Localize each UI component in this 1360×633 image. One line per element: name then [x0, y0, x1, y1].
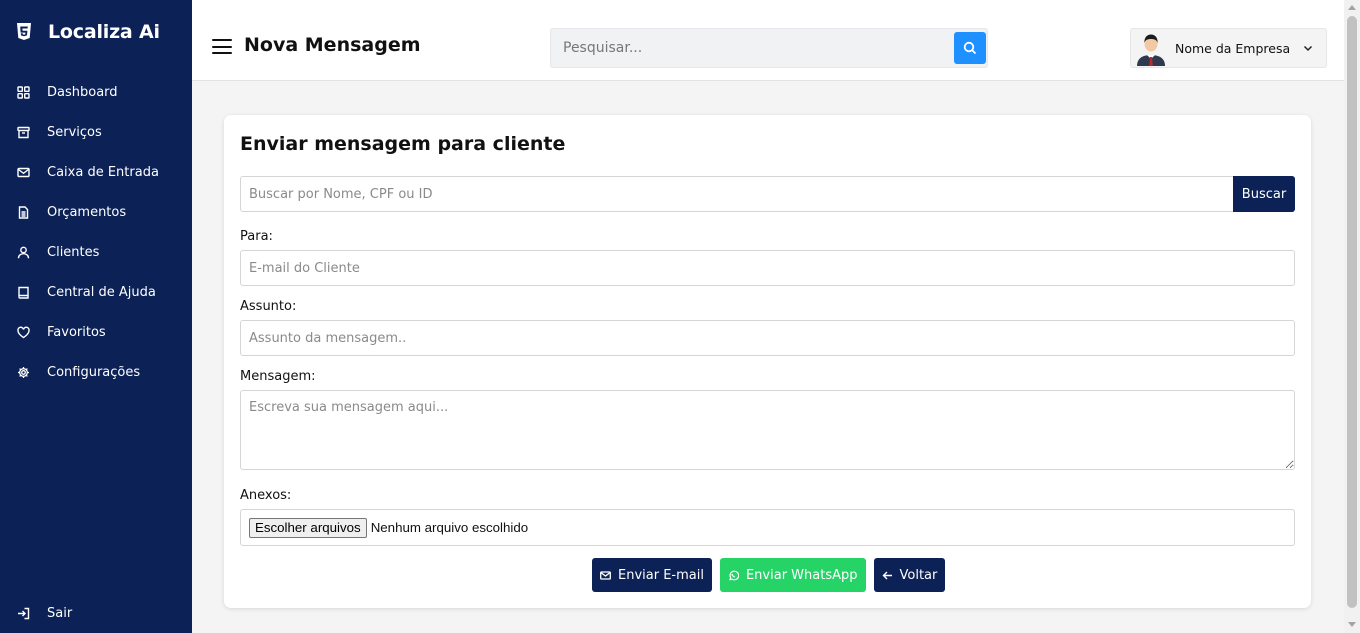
sidebar-item-label: Configurações — [47, 364, 141, 380]
sidebar-item-central-de-ajuda[interactable]: Central de Ajuda — [0, 272, 192, 312]
scroll-down-arrow-icon[interactable] — [1348, 622, 1356, 627]
back-button[interactable]: Voltar — [873, 558, 946, 592]
sidebar-item-label: Central de Ajuda — [47, 284, 156, 300]
sidebar-item-label: Dashboard — [47, 84, 118, 100]
sidebar-item-clientes[interactable]: Clientes — [0, 232, 192, 272]
choose-files-button[interactable]: Escolher arquivos — [249, 517, 367, 538]
client-lookup: Buscar — [240, 176, 1295, 212]
scrollbar-thumb[interactable] — [1347, 16, 1357, 608]
chevron-down-icon — [1304, 45, 1313, 52]
whatsapp-icon — [729, 570, 739, 580]
sidebar-item-orcamentos[interactable]: Orçamentos — [0, 192, 192, 232]
profile-name: Nome da Empresa — [1175, 40, 1291, 56]
heart-icon — [17, 326, 30, 338]
subject-field[interactable] — [240, 320, 1295, 356]
profile-menu[interactable]: Nome da Empresa — [1130, 28, 1327, 68]
to-label: Para: — [240, 229, 273, 244]
message-form-card: Enviar mensagem para cliente Buscar Para… — [224, 115, 1311, 608]
sidebar-item-label: Sair — [47, 605, 73, 621]
avatar — [1137, 34, 1165, 66]
page-title: Nova Mensagem — [244, 34, 421, 56]
send-email-label: Enviar E-mail — [618, 567, 704, 583]
search-icon — [963, 41, 977, 55]
send-email-button[interactable]: Enviar E-mail — [592, 558, 712, 592]
sidebar-item-favoritos[interactable]: Favoritos — [0, 312, 192, 352]
brand[interactable]: Localiza Ai — [16, 21, 160, 43]
sidebar-item-label: Favoritos — [47, 324, 106, 340]
top-bar: Nova Mensagem Nome da Empresa — [192, 0, 1344, 81]
document-icon — [18, 205, 29, 219]
dashboard-icon — [17, 85, 30, 99]
back-label: Voltar — [899, 567, 938, 583]
sidebar-item-label: Orçamentos — [47, 204, 127, 220]
archive-icon — [17, 126, 30, 138]
sidebar: Localiza Ai Dashboard Serviços Caixa de … — [0, 0, 192, 633]
search-input[interactable] — [551, 29, 951, 67]
arrow-left-icon — [882, 571, 892, 579]
subject-label: Assunto: — [240, 299, 297, 314]
form-title: Enviar mensagem para cliente — [240, 133, 566, 155]
send-whatsapp-button[interactable]: Enviar WhatsApp — [719, 558, 866, 592]
file-input: Escolher arquivos Nenhum arquivo escolhi… — [240, 509, 1295, 546]
sidebar-item-caixa-de-entrada[interactable]: Caixa de Entrada — [0, 152, 192, 192]
sidebar-item-label: Clientes — [47, 244, 100, 260]
hamburger-menu-icon[interactable] — [212, 39, 232, 55]
scroll-up-arrow-icon[interactable] — [1348, 5, 1356, 10]
user-icon — [17, 246, 30, 258]
html5-icon — [17, 23, 31, 40]
logout-icon — [18, 607, 30, 619]
gear-icon — [18, 366, 29, 378]
send-whatsapp-label: Enviar WhatsApp — [745, 567, 858, 583]
brand-name: Localiza Ai — [48, 21, 160, 43]
to-email-field[interactable] — [240, 250, 1295, 286]
client-lookup-input[interactable] — [241, 177, 1231, 211]
sidebar-nav: Dashboard Serviços Caixa de Entrada Orça… — [0, 72, 192, 392]
sidebar-item-label: Caixa de Entrada — [47, 164, 159, 180]
search-bar — [550, 28, 988, 68]
envelope-icon — [17, 167, 30, 177]
lookup-button[interactable]: Buscar — [1233, 176, 1295, 212]
book-icon — [18, 286, 29, 299]
search-button[interactable] — [954, 32, 986, 64]
scrollbar[interactable] — [1344, 0, 1360, 633]
attachments-label: Anexos: — [240, 488, 292, 503]
message-label: Mensagem: — [240, 369, 316, 384]
sidebar-item-dashboard[interactable]: Dashboard — [0, 72, 192, 112]
message-textarea[interactable] — [240, 390, 1295, 470]
sidebar-item-configuracoes[interactable]: Configurações — [0, 352, 192, 392]
sidebar-item-label: Serviços — [47, 124, 102, 140]
sidebar-item-servicos[interactable]: Serviços — [0, 112, 192, 152]
file-status-text: Nenhum arquivo escolhido — [370, 520, 529, 535]
form-actions: Enviar E-mail Enviar WhatsApp Voltar — [592, 558, 953, 592]
sidebar-item-sair[interactable]: Sair — [0, 593, 72, 633]
envelope-icon — [600, 570, 611, 580]
